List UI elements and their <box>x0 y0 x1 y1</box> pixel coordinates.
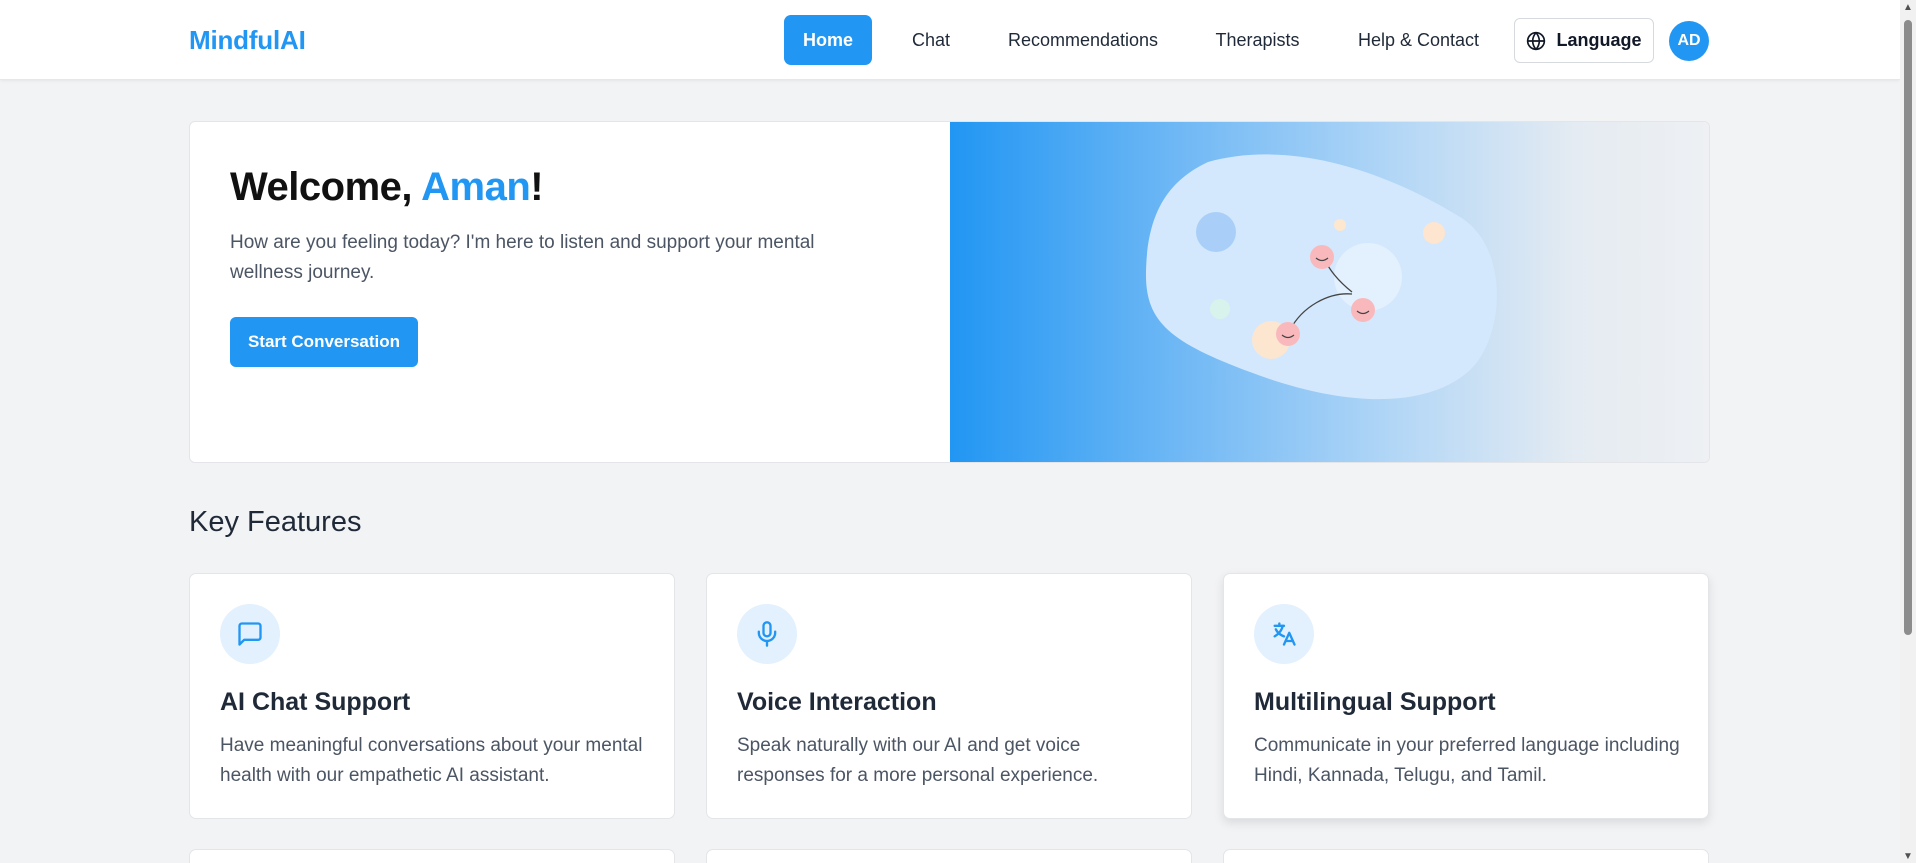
language-label: Language <box>1556 30 1642 50</box>
nav-help-contact[interactable]: Help & Contact <box>1346 15 1491 65</box>
chat-bubble-icon <box>220 604 280 664</box>
user-avatar[interactable]: AD <box>1669 21 1709 61</box>
top-navbar: MindfulAI Home Chat Recommendations Ther… <box>0 0 1900 80</box>
feature-description: Have meaningful conversations about your… <box>220 735 643 786</box>
language-button[interactable]: Language <box>1514 18 1654 63</box>
feature-description: Communicate in your preferred language i… <box>1254 735 1680 786</box>
scrollbar-thumb[interactable] <box>1904 20 1912 635</box>
start-conversation-button[interactable]: Start Conversation <box>230 317 418 367</box>
greeting-text: Welcome, <box>230 165 422 209</box>
translate-icon <box>1254 604 1314 664</box>
page-scrollbar[interactable]: ▲ ▼ <box>1900 0 1916 863</box>
feature-card-ai-chat[interactable]: AI Chat Support Have meaningful conversa… <box>189 573 675 819</box>
welcome-hero: Welcome, Aman! How are you feeling today… <box>189 121 1710 463</box>
feature-card-partial <box>1223 849 1709 863</box>
hero-text-panel: Welcome, Aman! How are you feeling today… <box>190 122 950 462</box>
connection-illustration <box>1145 154 1497 400</box>
nav-chat[interactable]: Chat <box>892 15 970 65</box>
feature-title: Voice Interaction <box>737 688 937 716</box>
hero-illustration-panel <box>950 122 1709 462</box>
key-features-heading: Key Features <box>189 506 362 538</box>
scroll-up-arrow-icon[interactable]: ▲ <box>1903 2 1913 13</box>
feature-card-multilingual[interactable]: Multilingual Support Communicate in your… <box>1223 573 1709 819</box>
feature-card-partial <box>706 849 1192 863</box>
feature-card-voice[interactable]: Voice Interaction Speak naturally with o… <box>706 573 1192 819</box>
nav-home[interactable]: Home <box>784 15 872 65</box>
feature-description: Speak naturally with our AI and get voic… <box>737 735 1099 786</box>
feature-card-partial <box>189 849 675 863</box>
feature-title: Multilingual Support <box>1254 688 1496 716</box>
microphone-icon <box>737 604 797 664</box>
globe-icon <box>1526 31 1546 51</box>
welcome-subtitle: How are you feeling today? I'm here to l… <box>230 232 815 283</box>
feature-title: AI Chat Support <box>220 688 411 716</box>
scroll-down-arrow-icon[interactable]: ▼ <box>1903 851 1913 862</box>
user-name: Aman <box>421 165 531 209</box>
greeting-suffix: ! <box>530 165 544 209</box>
nav-recommendations[interactable]: Recommendations <box>994 15 1172 65</box>
welcome-heading: Welcome, Aman! <box>230 165 544 210</box>
nav-therapists[interactable]: Therapists <box>1200 15 1315 65</box>
